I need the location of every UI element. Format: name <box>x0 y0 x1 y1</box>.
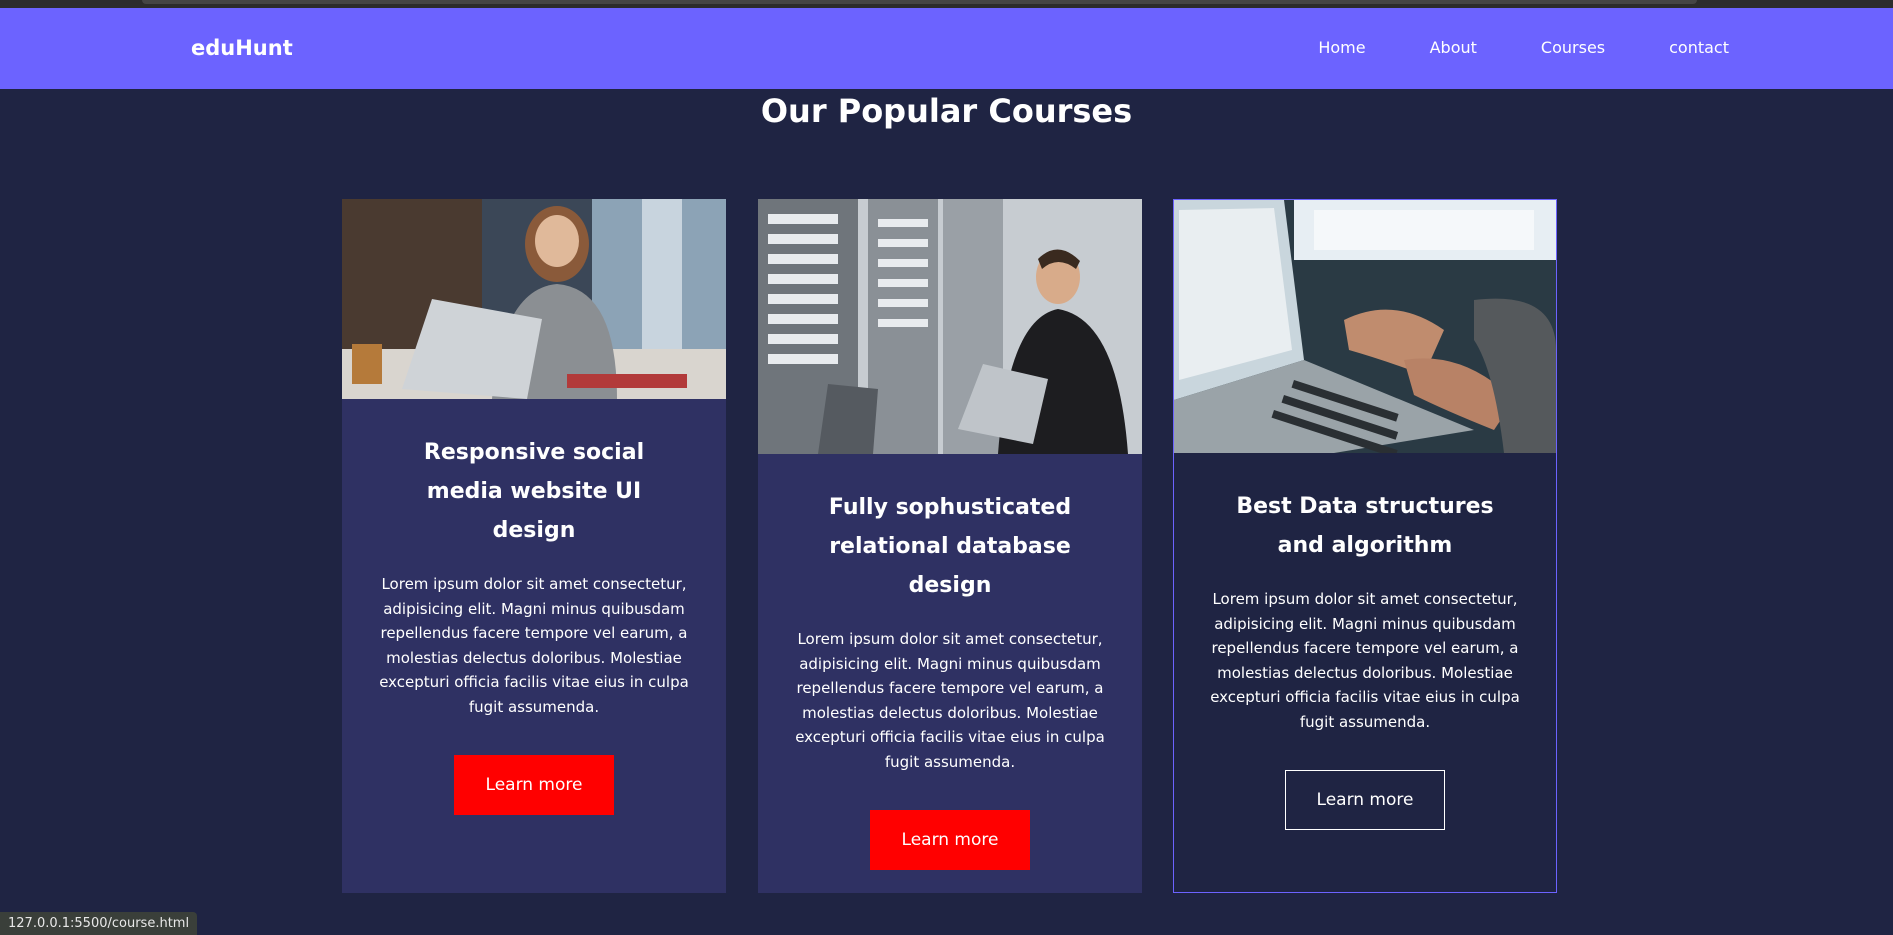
nav-link-about[interactable]: About <box>1430 38 1477 57</box>
course-title: Fully sophusticated relational database … <box>828 495 1072 598</box>
course-image-typing-laptop <box>1174 200 1556 453</box>
nav-link-home[interactable]: Home <box>1318 38 1365 57</box>
learn-more-button[interactable]: Learn more <box>870 810 1030 870</box>
nav-link-contact[interactable]: contact <box>1669 38 1729 57</box>
section-title: Our Popular Courses <box>760 92 1133 130</box>
course-card: Fully sophusticated relational database … <box>758 199 1142 893</box>
nav-link-courses[interactable]: Courses <box>1541 38 1605 57</box>
course-image-woman-laptop <box>342 199 726 399</box>
course-description: Lorem ipsum dolor sit amet consectetur, … <box>795 630 1105 771</box>
course-card-highlighted: Best Data structures and algorithm Lorem… <box>1173 199 1557 893</box>
course-card: Responsive social media website UI desig… <box>342 199 726 893</box>
course-image-server-room <box>758 199 1142 454</box>
course-description: Lorem ipsum dolor sit amet consectetur, … <box>1210 590 1520 731</box>
navbar: eduHunt Home About Courses contact <box>0 8 1893 89</box>
nav-links: Home About Courses contact <box>1318 38 1729 57</box>
course-title: Responsive social media website UI desig… <box>423 440 645 543</box>
learn-more-button[interactable]: Learn more <box>1285 770 1445 830</box>
status-bar-url: 127.0.0.1:5500/course.html <box>0 912 198 935</box>
browser-top-strip <box>0 0 1893 8</box>
site-logo[interactable]: eduHunt <box>191 36 293 60</box>
course-description: Lorem ipsum dolor sit amet consectetur, … <box>379 575 689 716</box>
learn-more-button[interactable]: Learn more <box>454 755 614 815</box>
course-title: Best Data structures and algorithm <box>1236 494 1494 558</box>
